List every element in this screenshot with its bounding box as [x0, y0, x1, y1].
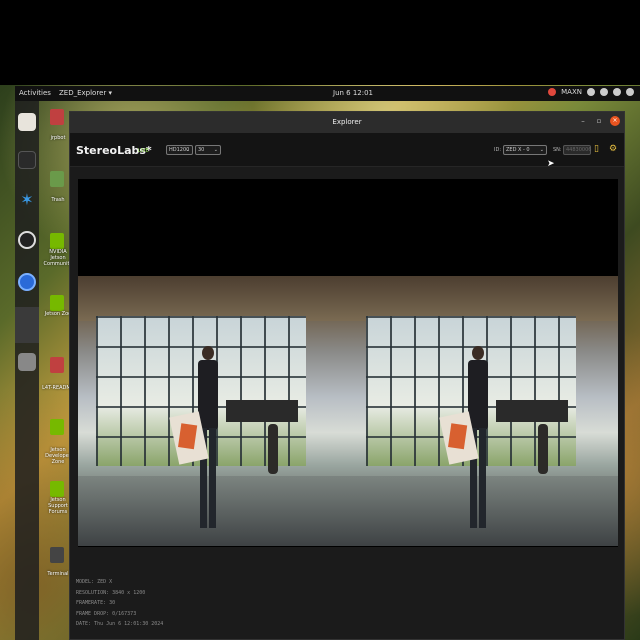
maximize-icon[interactable]: ▫	[594, 117, 604, 125]
dock: ✶	[15, 101, 39, 640]
top-bar: Activities ZED_Explorer ▾ Jun 6 12:01 MA…	[15, 86, 640, 101]
nvidia-icon[interactable]	[50, 233, 64, 249]
nvidia-icon[interactable]	[50, 295, 64, 311]
app-menu[interactable]: ZED_Explorer ▾	[59, 89, 112, 97]
camera-id-select[interactable]: ZED X - 0 ⌄	[503, 145, 547, 155]
zed-explorer-dock-icon[interactable]	[15, 307, 39, 343]
info-date: DATE: Thu Jun 6 12:01:30 2024	[76, 621, 164, 627]
window-title: Explorer	[332, 118, 362, 126]
info-framerate: FRAMERATE: 30	[76, 600, 116, 606]
serial-number-label: SN:	[553, 147, 562, 153]
terminal-icon[interactable]	[18, 151, 36, 169]
network-icon[interactable]	[600, 88, 608, 96]
info-model: MODEL: ZED X	[76, 579, 113, 585]
minimize-icon[interactable]: –	[578, 117, 588, 125]
toolbar-actions: ▯ ⚙	[594, 144, 618, 154]
sign	[496, 400, 568, 422]
window-controls: – ▫ ×	[578, 116, 620, 126]
fps-select[interactable]: 30 ⌄	[195, 145, 221, 155]
live-status: LIVE	[138, 148, 149, 154]
explorer-window: Explorer – ▫ × StereoLabs* LIVE HD1200 ⌄…	[69, 111, 625, 640]
sign	[226, 400, 298, 422]
clock[interactable]: Jun 6 12:01	[333, 89, 373, 97]
chevron-down-icon: ⌄	[213, 147, 218, 153]
drive-icon[interactable]	[18, 353, 36, 371]
camera-id-label: ID:	[494, 147, 502, 153]
close-icon[interactable]: ×	[610, 116, 620, 126]
person-head	[202, 346, 214, 360]
folder-icon[interactable]	[50, 109, 64, 125]
person-body	[468, 360, 488, 430]
folder-icon[interactable]	[50, 357, 64, 373]
ceiling	[348, 276, 618, 321]
vscode-icon[interactable]: ✶	[18, 191, 36, 209]
toolbar: StereoLabs* LIVE HD1200 ⌄ 30 ⌄ ID: ZED X…	[70, 133, 624, 167]
window-titlebar[interactable]: Explorer – ▫ ×	[70, 112, 624, 133]
activities-button[interactable]: Activities	[19, 89, 51, 97]
terminal-icon[interactable]	[50, 547, 64, 563]
info-resolution: RESOLUTION: 3840 x 1200	[76, 589, 146, 596]
power-icon[interactable]	[626, 88, 634, 96]
bystander	[538, 424, 548, 474]
person-body	[198, 360, 218, 430]
obs-icon[interactable]	[18, 231, 36, 249]
nvidia-power-icon[interactable]	[548, 88, 557, 96]
accessibility-icon[interactable]	[587, 88, 595, 96]
serial-number-value: 44830006	[566, 147, 592, 153]
trash-icon[interactable]	[50, 171, 64, 187]
camera-id-select-value: ZED X - 0	[506, 147, 530, 153]
chevron-down-icon: ⌄	[185, 147, 190, 153]
power-mode-label[interactable]: MAXN	[561, 88, 582, 96]
resolution-select[interactable]: HD1200 ⌄	[166, 145, 193, 155]
stereo-image	[78, 276, 618, 546]
camera-viewer[interactable]	[78, 179, 618, 547]
camera-info-overlay: MODEL: ZED X RESOLUTION: 3840 x 1200 FRA…	[76, 577, 163, 630]
left-camera-view	[78, 276, 348, 546]
settings-gear-icon[interactable]: ⚙	[609, 144, 618, 154]
right-camera-view	[348, 276, 618, 546]
nvidia-icon[interactable]	[50, 419, 64, 435]
ceiling	[78, 276, 348, 321]
record-icon[interactable]: ▯	[594, 144, 603, 154]
chevron-down-icon: ⌄	[539, 147, 544, 153]
nvidia-icon[interactable]	[50, 481, 64, 497]
chromium-icon[interactable]	[18, 273, 36, 291]
info-frame-drop: FRAME DROP: 0/167373	[76, 610, 137, 617]
person-head	[472, 346, 484, 360]
mouse-cursor-icon: ➤	[547, 159, 555, 169]
volume-icon[interactable]	[613, 88, 621, 96]
screen: Activities ZED_Explorer ▾ Jun 6 12:01 MA…	[0, 0, 640, 640]
fps-select-value: 30	[198, 147, 205, 153]
files-icon[interactable]	[18, 113, 36, 131]
system-tray[interactable]: MAXN	[548, 88, 634, 96]
bystander	[268, 424, 278, 474]
serial-number-field: 44830006	[563, 145, 591, 155]
